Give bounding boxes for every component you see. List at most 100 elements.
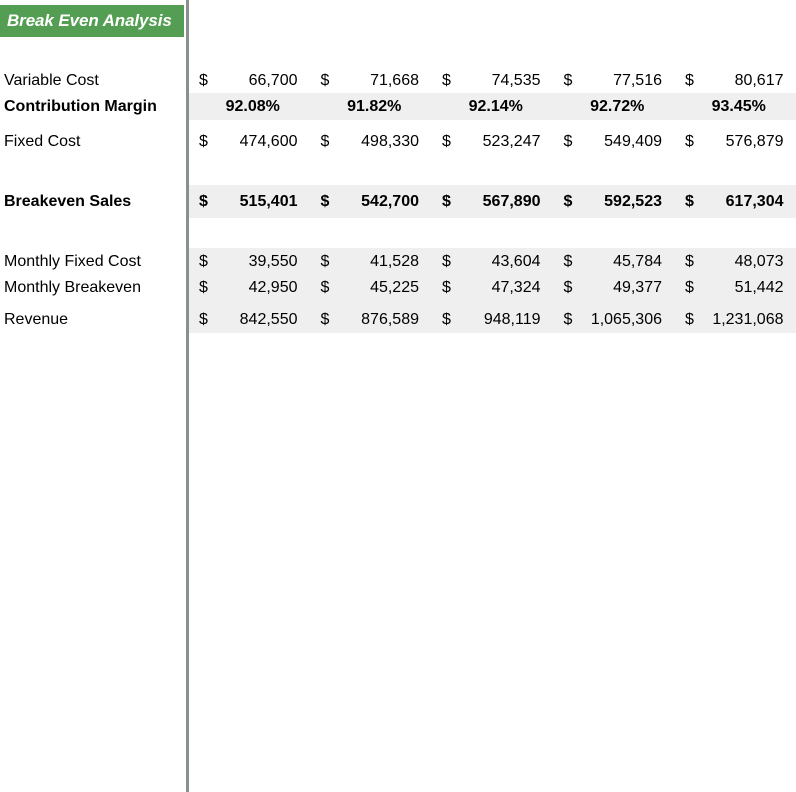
cell-value: 42,950 <box>248 279 298 296</box>
currency-symbol: $ <box>563 71 573 89</box>
table-cell[interactable]: $ 49,377 <box>551 279 673 297</box>
table-cell[interactable]: 92.08% <box>186 98 308 116</box>
cell-value: 45,784 <box>613 253 662 270</box>
table-cell[interactable]: $ 876,589 <box>308 311 430 329</box>
table-cell[interactable]: $ 948,119 <box>429 311 551 329</box>
table-cell[interactable]: $ 617,304 <box>672 193 794 211</box>
currency-symbol: $ <box>563 279 573 296</box>
cell-value: 474,600 <box>239 132 298 150</box>
cell-value: 542,700 <box>361 192 419 210</box>
table-cell[interactable]: $ 77,516 <box>551 72 673 90</box>
currency-symbol: $ <box>685 311 694 328</box>
table-cell[interactable]: $ 576,879 <box>672 133 794 151</box>
cell-value: 1,231,068 <box>712 311 784 328</box>
table-cell[interactable]: $ 51,442 <box>672 279 794 297</box>
cell-value: 948,119 <box>483 311 541 328</box>
cell-value: 592,523 <box>604 192 662 210</box>
row-label-breakeven-sales: Breakeven Sales <box>4 192 132 210</box>
row-cells: $ 474,600 $ 498,330 $ 523,247 $ 549,409 … <box>186 133 796 151</box>
table-cell[interactable]: $ 567,890 <box>429 193 551 211</box>
cell-value: 876,589 <box>361 311 419 328</box>
table-row[interactable]: Fixed Cost $ 474,600 $ 498,330 $ 523,247… <box>0 129 796 154</box>
row-cells: $ 842,550 $ 876,589 $ 948,119 $ 1,065,30… <box>186 311 796 329</box>
cell-value: 80,617 <box>734 71 784 89</box>
currency-symbol: $ <box>685 279 694 296</box>
cell-value: 549,409 <box>604 132 662 150</box>
cell-value: 1,065,306 <box>590 311 662 328</box>
currency-symbol: $ <box>442 132 451 150</box>
table-cell[interactable]: $ 1,231,068 <box>672 311 794 329</box>
table-row[interactable]: Monthly Fixed Cost $ 39,550 $ 41,528 $ 4… <box>0 249 796 275</box>
cell-value: 74,535 <box>491 71 541 89</box>
currency-symbol: $ <box>442 192 451 210</box>
currency-symbol: $ <box>442 279 451 296</box>
table-row[interactable]: Revenue $ 842,550 $ 876,589 $ 948,119 $ … <box>0 307 796 333</box>
cell-value: 49,377 <box>613 279 662 296</box>
table-cell[interactable]: $ 42,950 <box>186 279 308 297</box>
currency-symbol: $ <box>199 279 208 296</box>
cell-value: 45,225 <box>370 279 419 296</box>
table-row[interactable]: Breakeven Sales $ 515,401 $ 542,700 $ 56… <box>0 186 796 217</box>
currency-symbol: $ <box>442 311 451 328</box>
table-cell[interactable]: $ 41,528 <box>308 253 430 271</box>
table-cell[interactable]: $ 80,617 <box>672 72 794 90</box>
cell-value: 51,442 <box>734 279 784 296</box>
cell-value: 842,550 <box>239 311 298 328</box>
currency-symbol: $ <box>320 279 330 296</box>
currency-symbol: $ <box>199 192 208 210</box>
currency-symbol: $ <box>563 132 573 150</box>
table-cell[interactable]: $ 498,330 <box>308 133 430 151</box>
table-row[interactable]: Variable Cost $ 66,700 $ 71,668 $ 74,535… <box>0 68 796 93</box>
currency-symbol: $ <box>199 132 208 150</box>
table-cell[interactable]: $ 515,401 <box>186 193 308 211</box>
table-cell[interactable]: $ 592,523 <box>551 193 673 211</box>
table-cell[interactable]: $ 66,700 <box>186 72 308 90</box>
row-cells: $ 42,950 $ 45,225 $ 47,324 $ 49,377 $ 51… <box>186 279 796 297</box>
table-row[interactable]: Monthly Breakeven $ 42,950 $ 45,225 $ 47… <box>0 275 796 301</box>
table-cell[interactable]: $ 71,668 <box>308 72 430 90</box>
spreadsheet-canvas: Break Even Analysis Variable Cost $ 66,7… <box>0 0 796 792</box>
currency-symbol: $ <box>320 253 330 270</box>
currency-symbol: $ <box>320 311 330 328</box>
table-cell[interactable]: 93.45% <box>672 98 794 116</box>
currency-symbol: $ <box>685 71 694 89</box>
page-title: Break Even Analysis <box>7 11 172 30</box>
row-cells: $ 515,401 $ 542,700 $ 567,890 $ 592,523 … <box>186 193 796 211</box>
currency-symbol: $ <box>320 192 330 210</box>
row-label-monthly-fixed-cost: Monthly Fixed Cost <box>4 253 141 270</box>
table-cell[interactable]: $ 842,550 <box>186 311 308 329</box>
table-cell[interactable]: 92.14% <box>429 98 551 116</box>
table-cell[interactable]: 91.82% <box>308 98 430 116</box>
table-cell[interactable]: $ 45,784 <box>551 253 673 271</box>
currency-symbol: $ <box>199 71 208 89</box>
cell-value: 77,516 <box>613 71 662 89</box>
table-cell[interactable]: $ 542,700 <box>308 193 430 211</box>
cell-value: 498,330 <box>361 132 419 150</box>
currency-symbol: $ <box>685 132 694 150</box>
table-cell[interactable]: $ 74,535 <box>429 72 551 90</box>
cell-value: 576,879 <box>725 132 784 150</box>
currency-symbol: $ <box>442 253 451 270</box>
table-cell[interactable]: $ 474,600 <box>186 133 308 151</box>
table-cell[interactable]: 92.72% <box>551 98 673 116</box>
cell-value: 523,247 <box>482 132 541 150</box>
row-label-contribution-margin: Contribution Margin <box>4 97 157 115</box>
table-cell[interactable]: $ 1,065,306 <box>551 311 673 329</box>
row-label-variable-cost: Variable Cost <box>4 71 99 89</box>
table-cell[interactable]: $ 45,225 <box>308 279 430 297</box>
table-cell[interactable]: $ 43,604 <box>429 253 551 271</box>
table-cell[interactable]: $ 523,247 <box>429 133 551 151</box>
row-cells: 92.08% 91.82% 92.14% 92.72% 93.45% <box>186 98 796 116</box>
cell-value: 567,890 <box>482 192 541 210</box>
table-row[interactable]: Contribution Margin 92.08% 91.82% 92.14%… <box>0 93 796 120</box>
table-cell[interactable]: $ 549,409 <box>551 133 673 151</box>
cell-value: 48,073 <box>734 253 784 270</box>
currency-symbol: $ <box>199 311 208 328</box>
currency-symbol: $ <box>320 132 330 150</box>
table-cell[interactable]: $ 47,324 <box>429 279 551 297</box>
table-cell[interactable]: $ 39,550 <box>186 253 308 271</box>
currency-symbol: $ <box>442 71 451 89</box>
cell-value: 515,401 <box>239 192 298 210</box>
currency-symbol: $ <box>685 192 694 210</box>
table-cell[interactable]: $ 48,073 <box>672 253 794 271</box>
